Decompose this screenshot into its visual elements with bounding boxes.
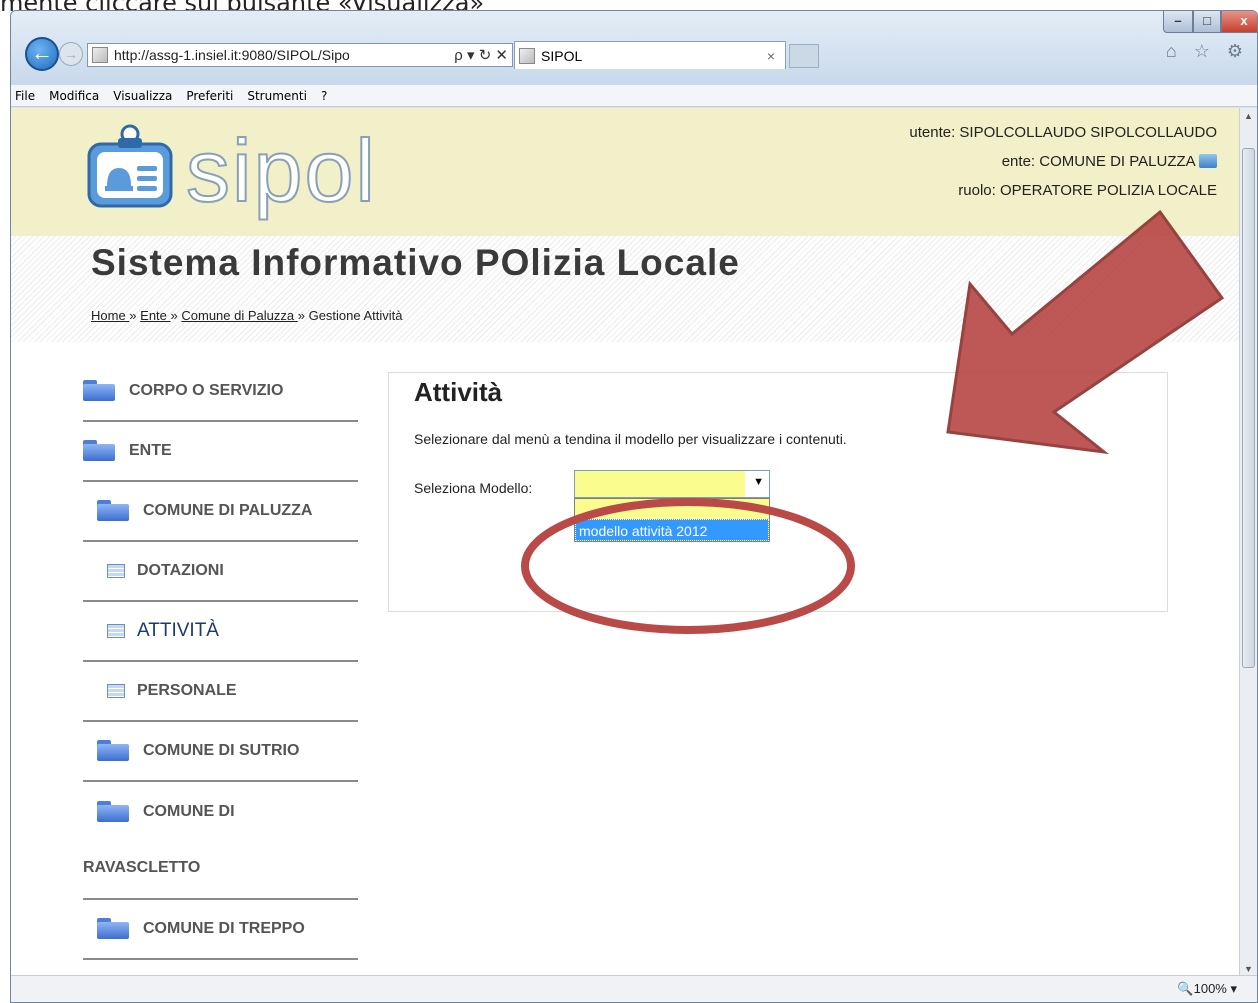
breadcrumb-ente[interactable]: Ente — [140, 308, 170, 323]
sidebar-item-ente[interactable]: ENTE — [83, 422, 358, 482]
user-info: utente: SIPOLCOLLAUDO SIPOLCOLLAUDO ente… — [909, 118, 1217, 205]
vertical-scrollbar[interactable]: ▲ ▼ — [1239, 108, 1257, 977]
ente-line: ente: COMUNE DI PALUZZA — [909, 147, 1217, 176]
favicon-icon — [92, 47, 108, 63]
breadcrumb-comune[interactable]: Comune di Paluzza — [181, 308, 297, 323]
switch-ente-icon[interactable] — [1199, 154, 1217, 168]
content-description: Selezionare dal menù a tendina il modell… — [414, 431, 847, 447]
close-window-button[interactable]: x — [1221, 11, 1257, 33]
menu-file[interactable]: File — [15, 89, 35, 103]
chevron-down-icon: ▼ — [753, 476, 764, 488]
tab-title: SIPOL — [541, 47, 583, 64]
menu-preferiti[interactable]: Preferiti — [186, 89, 233, 103]
badge-logo-icon — [87, 124, 173, 208]
folder-icon — [97, 801, 129, 823]
title-band: Sistema Informativo POlizia Locale Home … — [11, 236, 1241, 342]
breadcrumb-separator: » — [170, 308, 178, 323]
breadcrumb: Home » Ente » Comune di Paluzza » Gestio… — [91, 308, 403, 323]
status-bar: 🔍100% ▾ — [11, 975, 1257, 1002]
menu-help[interactable]: ? — [321, 89, 327, 103]
tab-sipol[interactable]: SIPOL × — [514, 41, 786, 69]
breadcrumb-home[interactable]: Home — [91, 308, 129, 323]
sidebar-item-dotazioni[interactable]: DOTAZIONI — [83, 542, 358, 602]
sidebar-item-attivita[interactable]: ATTIVITÀ — [83, 602, 358, 662]
folder-icon — [97, 740, 129, 762]
menu-visualizza[interactable]: Visualizza — [113, 89, 172, 103]
content-panel: Attività Selezionare dal menù a tendina … — [388, 372, 1168, 612]
model-dropdown-list: modello attività 2012 — [574, 498, 770, 542]
scroll-up-icon[interactable]: ▲ — [1240, 108, 1257, 124]
sidebar: CORPO O SERVIZIO ENTE COMUNE DI PALUZZA … — [83, 362, 358, 960]
site-header: sipol utente: SIPOLCOLLAUDO SIPOLCOLLAUD… — [11, 108, 1241, 236]
folder-icon — [83, 380, 115, 402]
select-model-label: Seleziona Modello: — [414, 480, 533, 496]
zoom-icon: 🔍 — [1177, 981, 1194, 996]
page-viewport: sipol utente: SIPOLCOLLAUDO SIPOLCOLLAUD… — [11, 108, 1241, 977]
sidebar-item-comune-paluzza[interactable]: COMUNE DI PALUZZA — [83, 482, 358, 542]
dropdown-option-modello-2012[interactable]: modello attività 2012 — [575, 519, 769, 541]
address-bar[interactable]: http://assg-1.insiel.it:9080/SIPOL/Sipo … — [87, 43, 513, 67]
dropdown-option-empty[interactable] — [575, 499, 769, 519]
menu-bar: File Modifica Visualizza Preferiti Strum… — [11, 85, 1257, 107]
favicon-icon — [519, 47, 535, 64]
ruolo-line: ruolo: OPERATORE POLIZIA LOCALE — [958, 182, 1217, 199]
menu-strumenti[interactable]: Strumenti — [247, 89, 307, 103]
maximize-button[interactable]: □ — [1193, 11, 1221, 33]
folder-icon — [97, 500, 129, 522]
minimize-button[interactable]: – — [1163, 11, 1193, 33]
page-title: Attività — [414, 377, 503, 407]
table-icon — [107, 564, 125, 578]
model-select[interactable]: ▼ — [574, 470, 770, 498]
toolbar-icons[interactable]: ⌂ ☆ ⚙ — [1166, 41, 1249, 62]
breadcrumb-current: Gestione Attività — [308, 308, 403, 323]
tab-close-icon[interactable]: × — [767, 48, 775, 64]
scrollbar-thumb[interactable] — [1242, 148, 1255, 668]
browser-titlebar: – □ x ← → http://assg-1.insiel.it:9080/S… — [11, 11, 1257, 85]
sidebar-item-comune-ravascletto[interactable]: COMUNE DI RAVASCLETTO — [83, 782, 358, 900]
model-select-value — [575, 471, 745, 497]
browser-window: – □ x ← → http://assg-1.insiel.it:9080/S… — [10, 10, 1258, 1003]
sidebar-item-comune-treppo[interactable]: COMUNE DI TREPPO — [83, 900, 358, 960]
sidebar-item-personale[interactable]: PERSONALE — [83, 662, 358, 722]
user-line: utente: SIPOLCOLLAUDO SIPOLCOLLAUDO — [909, 124, 1217, 141]
table-icon — [107, 684, 125, 698]
zoom-level[interactable]: 🔍100% ▾ — [1177, 981, 1237, 997]
address-controls[interactable]: ρ ▾ ↻ ✕ — [450, 46, 512, 64]
sidebar-item-corpo-servizio[interactable]: CORPO O SERVIZIO — [83, 362, 358, 422]
forward-button[interactable]: → — [59, 42, 83, 66]
breadcrumb-separator: » — [129, 308, 137, 323]
table-icon — [107, 624, 125, 638]
arrow-left-icon: ← — [31, 40, 53, 65]
site-logo-text: sipol — [185, 121, 377, 220]
menu-modifica[interactable]: Modifica — [49, 89, 99, 103]
breadcrumb-separator: » — [297, 308, 305, 323]
system-title: Sistema Informativo POlizia Locale — [91, 242, 740, 283]
arrow-right-icon: → — [64, 46, 78, 62]
folder-icon — [97, 918, 129, 940]
url-text[interactable]: http://assg-1.insiel.it:9080/SIPOL/Sipo — [114, 47, 450, 63]
folder-icon — [83, 440, 115, 462]
back-button[interactable]: ← — [25, 37, 59, 71]
sidebar-item-comune-sutrio[interactable]: COMUNE DI SUTRIO — [83, 722, 358, 782]
new-tab-button[interactable] — [789, 44, 819, 68]
